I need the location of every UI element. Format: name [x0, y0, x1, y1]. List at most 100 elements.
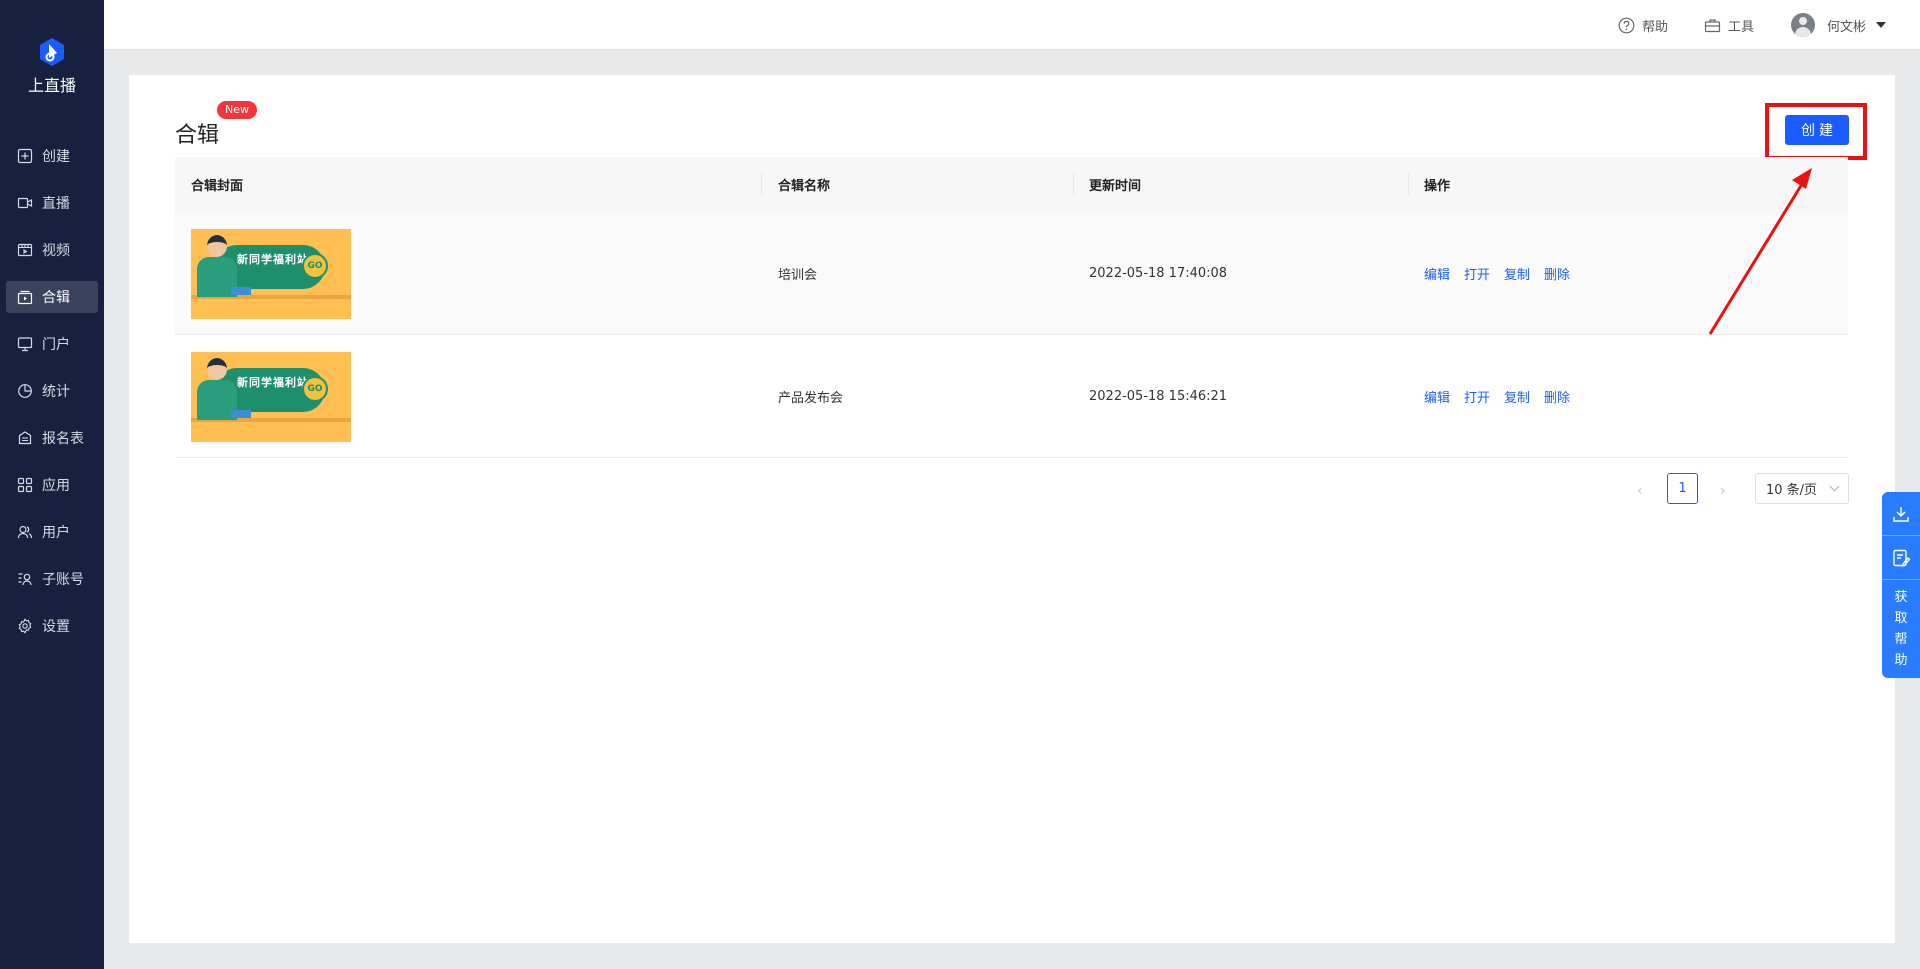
edit-note-icon	[1893, 549, 1911, 567]
apps-grid-icon	[17, 477, 33, 493]
collection-table: 合辑封面 合辑名称 更新时间 操作 新同学福利站 GO 培训会 2022-05-…	[175, 157, 1848, 458]
brand[interactable]: 上直播	[0, 36, 104, 96]
top-header: 帮助 工具 何文彬	[104, 0, 1920, 50]
download-icon	[1893, 506, 1909, 522]
sidebar-item-live[interactable]: 直播	[6, 187, 98, 219]
cover-text: 新同学福利站	[237, 252, 309, 266]
column-header-name: 合辑名称	[778, 179, 831, 194]
sidebar-item-label: 子账号	[42, 572, 84, 588]
edit-link[interactable]: 编辑	[1424, 387, 1450, 406]
sidebar-item-label: 合辑	[42, 290, 70, 306]
actions-cell: 编辑 打开 复制 删除	[1424, 335, 1584, 458]
updated-time: 2022-05-18 17:40:08	[1089, 266, 1228, 281]
help-char: 助	[1894, 653, 1908, 668]
film-icon	[17, 242, 33, 258]
download-button[interactable]	[1882, 492, 1920, 536]
copy-link[interactable]: 复制	[1504, 387, 1530, 406]
cover-text: 新同学福利站	[237, 375, 309, 389]
user-menu[interactable]: 何文彬	[1791, 0, 1887, 50]
page-number-button[interactable]: 1	[1667, 473, 1698, 504]
sidebar-item-label: 视频	[42, 243, 70, 259]
sidebar-item-video[interactable]: 视频	[6, 234, 98, 266]
column-separator	[1408, 174, 1409, 194]
table-header: 合辑封面 合辑名称 更新时间 操作	[175, 157, 1848, 212]
open-link[interactable]: 打开	[1464, 264, 1490, 283]
floating-toolbar: 获 取 帮 助	[1882, 492, 1920, 678]
table-row: 新同学福利站 GO 培训会 2022-05-18 17:40:08 编辑 打开 …	[175, 212, 1848, 335]
create-button[interactable]: 创建	[1785, 115, 1849, 145]
sidebar-item-label: 设置	[42, 619, 70, 635]
sidebar-item-stats[interactable]: 统计	[6, 375, 98, 407]
gear-icon	[17, 618, 33, 634]
sidebar: 上直播 创建 直播 视频 合辑 门户 统计 报名表 应用 用户 子账号 设置	[0, 0, 104, 969]
form-icon	[17, 430, 33, 446]
sidebar-nav: 创建 直播 视频 合辑 门户 统计 报名表 应用 用户 子账号 设置	[6, 140, 98, 657]
cover-cell: 新同学福利站 GO	[191, 335, 351, 458]
cover-book	[231, 409, 251, 418]
help-menu[interactable]: 帮助	[1618, 0, 1668, 50]
sidebar-item-forms[interactable]: 报名表	[6, 422, 98, 454]
tools-label: 工具	[1728, 19, 1755, 35]
column-header-actions: 操作	[1424, 179, 1451, 194]
help-label: 帮助	[1642, 19, 1669, 35]
tools-menu[interactable]: 工具	[1704, 0, 1754, 50]
toolbox-icon	[1704, 18, 1721, 32]
delete-link[interactable]: 删除	[1544, 387, 1570, 406]
users-icon	[17, 524, 33, 540]
updated-time: 2022-05-18 15:46:21	[1089, 389, 1228, 404]
column-header-cover: 合辑封面	[191, 179, 244, 194]
actions-cell: 编辑 打开 复制 删除	[1424, 212, 1584, 335]
sidebar-item-label: 用户	[42, 525, 70, 541]
open-link[interactable]: 打开	[1464, 387, 1490, 406]
cover-go-badge: GO	[302, 252, 328, 279]
sidebar-item-label: 创建	[42, 149, 70, 165]
new-badge: New	[217, 101, 257, 119]
sidebar-item-label: 报名表	[42, 431, 84, 447]
sidebar-item-users[interactable]: 用户	[6, 516, 98, 548]
collection-icon	[17, 289, 33, 305]
caret-down-icon	[1876, 22, 1887, 28]
sidebar-item-subaccount[interactable]: 子账号	[6, 563, 98, 595]
column-header-updated: 更新时间	[1089, 179, 1142, 194]
chevron-down-icon	[1829, 481, 1840, 492]
sidebar-item-label: 门户	[42, 337, 70, 353]
sidebar-item-apps[interactable]: 应用	[6, 469, 98, 501]
cover-cell: 新同学福利站 GO	[191, 212, 351, 335]
delete-link[interactable]: 删除	[1544, 264, 1570, 283]
collection-name: 产品发布会	[778, 391, 844, 406]
cover-go-badge: GO	[302, 375, 328, 402]
cover-person-head	[207, 357, 227, 380]
sidebar-item-label: 统计	[42, 384, 70, 400]
user-name: 何文彬	[1827, 19, 1867, 35]
page-size-select[interactable]: 10 条/页	[1755, 473, 1849, 504]
cover-thumbnail[interactable]: 新同学福利站 GO	[191, 351, 351, 442]
edit-link[interactable]: 编辑	[1424, 264, 1450, 283]
sub-account-icon	[17, 571, 33, 587]
page-title: 合辑	[175, 123, 220, 148]
sidebar-item-portal[interactable]: 门户	[6, 328, 98, 360]
help-char: 取	[1894, 611, 1908, 626]
column-separator	[761, 174, 762, 194]
table-row: 新同学福利站 GO 产品发布会 2022-05-18 15:46:21 编辑 打…	[175, 335, 1848, 458]
copy-link[interactable]: 复制	[1504, 264, 1530, 283]
collection-name: 培训会	[778, 268, 818, 283]
collection-card: 合辑 New 创建 合辑封面 合辑名称 更新时间 操作 新同学福利站 GO 培训…	[129, 75, 1895, 943]
cover-person-head	[207, 234, 227, 257]
avatar	[1791, 13, 1815, 37]
feedback-button[interactable]	[1882, 536, 1920, 580]
cover-thumbnail[interactable]: 新同学福利站 GO	[191, 228, 351, 319]
brand-logo-icon	[40, 38, 64, 66]
plus-square-icon	[17, 148, 33, 164]
prev-page-button[interactable]: ‹	[1637, 483, 1643, 499]
sidebar-item-create[interactable]: 创建	[6, 140, 98, 172]
help-char: 帮	[1894, 632, 1908, 647]
video-camera-icon	[17, 195, 33, 211]
page-size-label: 10 条/页	[1766, 483, 1818, 498]
monitor-icon	[17, 336, 33, 352]
get-help-button[interactable]: 获 取 帮 助	[1882, 580, 1920, 678]
sidebar-item-label: 应用	[42, 478, 70, 494]
sidebar-item-settings[interactable]: 设置	[6, 610, 98, 642]
pie-chart-icon	[17, 383, 33, 399]
next-page-button[interactable]: ›	[1720, 483, 1726, 499]
sidebar-item-collection[interactable]: 合辑	[6, 281, 98, 313]
